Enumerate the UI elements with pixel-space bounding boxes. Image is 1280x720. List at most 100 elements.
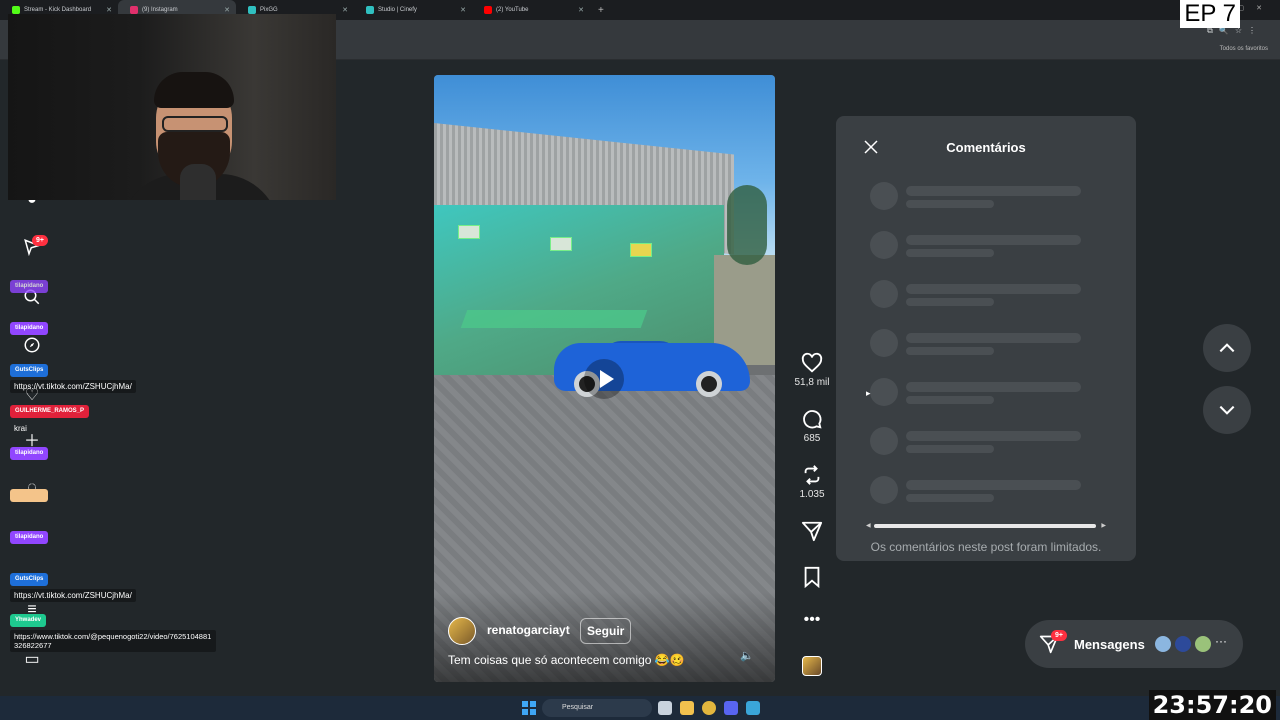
task-view-icon[interactable] <box>658 701 672 715</box>
author-username[interactable]: renatogarciayt <box>487 623 570 637</box>
comments-limited-notice: Os comentários neste post foram limitado… <box>870 540 1102 554</box>
chat-user-tag: GutsClips <box>10 573 49 586</box>
chrome-icon[interactable] <box>702 701 716 715</box>
skeleton-line <box>906 284 1081 294</box>
skeleton-line <box>906 333 1081 343</box>
chat-user-tag: tilapidano <box>10 280 49 293</box>
contact-avatar <box>1173 634 1193 654</box>
chat-user-tag: GUILHERME_RAMOS_P <box>10 405 90 418</box>
skeleton-avatar <box>870 378 898 406</box>
scrollbar-thumb[interactable] <box>874 524 1096 528</box>
follow-button[interactable]: Seguir <box>580 618 632 644</box>
skeleton-line <box>906 235 1081 245</box>
horizontal-scrollbar[interactable]: ◀ ▶ <box>866 522 1106 529</box>
video-car-wheel <box>696 371 722 397</box>
skeleton-avatar <box>870 476 898 504</box>
windows-start-icon[interactable] <box>522 701 536 715</box>
repost-action[interactable]: 1.035 <box>794 464 830 500</box>
chat-message[interactable]: https://vt.tiktok.com/ZSHUCjhMa/ <box>10 380 136 393</box>
scroll-right-icon[interactable]: ▶ <box>1101 522 1106 529</box>
chat-user-tag: Yhwadev <box>10 614 47 627</box>
more-dots-icon[interactable]: ··· <box>1215 634 1227 648</box>
skeleton-line <box>906 347 994 355</box>
comment-skeleton <box>870 231 1100 261</box>
streaming-app-icon[interactable] <box>746 701 760 715</box>
comments-panel: Comentários ◀ ▶ Os comentários neste pos… <box>836 116 1136 561</box>
comment-action[interactable]: 685 <box>794 408 830 444</box>
file-explorer-icon[interactable] <box>680 701 694 715</box>
messages-button[interactable]: 9+ Mensagens ··· <box>1025 620 1243 668</box>
comment-skeleton <box>870 427 1100 457</box>
instagram-favicon-icon <box>130 6 138 14</box>
cinefy-favicon-icon <box>366 6 374 14</box>
screen: Stream - Kick Dashboard ✕ (9) Instagram … <box>0 0 1280 720</box>
skeleton-avatar <box>870 231 898 259</box>
video-window <box>550 237 572 251</box>
skeleton-line <box>906 382 1081 392</box>
send-icon <box>801 521 823 542</box>
comment-skeleton <box>870 476 1100 506</box>
skeleton-avatar <box>870 280 898 308</box>
volume-icon[interactable]: 🔈 <box>740 649 754 662</box>
discord-icon[interactable] <box>724 701 738 715</box>
play-icon <box>600 370 614 388</box>
comment-skeleton <box>870 280 1100 310</box>
close-tab-icon[interactable]: ✕ <box>224 6 230 14</box>
taskbar-search[interactable]: Pesquisar <box>542 699 652 717</box>
play-button[interactable] <box>584 359 624 399</box>
messages-label: Mensagens <box>1074 637 1145 652</box>
chat-user-tag-blank <box>10 489 48 502</box>
repost-count: 1.035 <box>799 489 825 500</box>
all-bookmarks-link[interactable]: Todos os favoritos <box>1220 46 1268 52</box>
tab-cinefy[interactable]: Studio | Cinefy ✕ <box>354 0 472 20</box>
share-action[interactable] <box>794 520 830 542</box>
microphone <box>180 164 216 200</box>
chat-message[interactable]: https://vt.tiktok.com/ZSHUCjhMa/ <box>10 589 136 602</box>
like-count: 51,8 mil <box>794 377 830 388</box>
comment-skeleton <box>870 182 1100 212</box>
close-tab-icon[interactable]: ✕ <box>578 6 584 14</box>
messages-badge: 9+ <box>1051 630 1067 641</box>
pixgg-favicon-icon <box>248 6 256 14</box>
streamer-glasses <box>162 116 228 132</box>
contact-avatar <box>1193 634 1213 654</box>
chat-message[interactable]: https://www.tiktok.com/@pequenogoti22/vi… <box>10 630 216 652</box>
skeleton-avatar <box>870 427 898 455</box>
windows-taskbar: Pesquisar <box>0 696 1280 720</box>
episode-label: EP 7 <box>1180 0 1240 28</box>
more-options-action[interactable]: ••• <box>794 612 830 628</box>
chat-user-tag: GutsClips <box>10 364 49 377</box>
chevron-up-icon <box>1219 343 1235 353</box>
reel-video[interactable]: renatogarciayt Seguir Tem coisas que só … <box>434 75 775 682</box>
save-action[interactable] <box>794 566 830 588</box>
chat-user-tag: tilapidano <box>10 447 49 460</box>
skeleton-avatar <box>870 182 898 210</box>
also-from-meta-icon[interactable]: ▭ <box>22 650 42 670</box>
video-tree <box>727 185 767 265</box>
new-tab-button[interactable]: + <box>598 5 604 16</box>
explore-icon[interactable] <box>22 336 42 356</box>
skeleton-line <box>906 494 994 502</box>
close-tab-icon[interactable]: ✕ <box>106 6 112 14</box>
stream-clock: 23:57:20 <box>1148 690 1276 720</box>
audio-thumbnail[interactable] <box>802 656 822 676</box>
video-awning <box>460 310 648 328</box>
skeleton-avatar <box>870 329 898 357</box>
next-reel-button[interactable] <box>1203 386 1251 434</box>
like-action[interactable]: 51,8 mil <box>794 352 830 388</box>
previous-reel-button[interactable] <box>1203 324 1251 372</box>
scroll-left-icon[interactable]: ◀ <box>866 522 871 529</box>
repost-icon <box>804 465 820 485</box>
skeleton-line <box>906 396 994 404</box>
video-window <box>458 225 480 239</box>
skeleton-line <box>906 186 1081 196</box>
tab-label: (9) Instagram <box>142 7 178 13</box>
close-tab-icon[interactable]: ✕ <box>460 6 466 14</box>
chat-user-tag: tilapidano <box>10 531 49 544</box>
tab-youtube[interactable]: (2) YouTube ✕ <box>472 0 590 20</box>
skeleton-line <box>906 249 994 257</box>
bookmark-icon <box>804 566 820 588</box>
comment-count: 685 <box>803 433 821 444</box>
close-tab-icon[interactable]: ✕ <box>342 6 348 14</box>
author-avatar[interactable] <box>448 617 476 645</box>
